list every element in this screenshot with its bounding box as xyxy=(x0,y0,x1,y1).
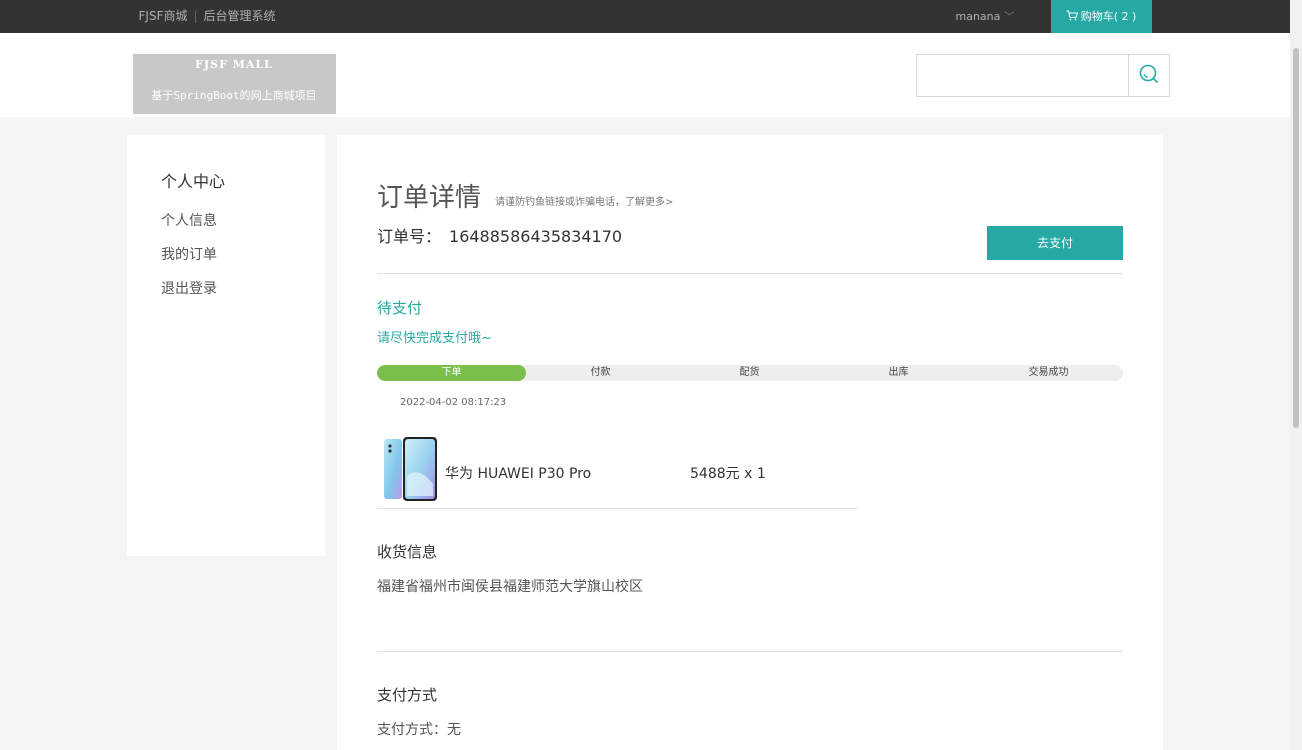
product-thumbnail[interactable] xyxy=(383,436,439,502)
sidebar-item-orders[interactable]: 我的订单 xyxy=(161,244,217,264)
order-number-value: 16488586435834170 xyxy=(449,227,623,246)
brand-link[interactable]: FJSF商城 xyxy=(139,9,188,23)
security-tip-link[interactable]: 请谨防钓鱼链接或诈骗电话，了解更多> xyxy=(495,193,673,208)
header: FJSF MALL 基于SpringBoot的网上商城项目 xyxy=(0,33,1302,117)
sidebar-item-logout[interactable]: 退出登录 xyxy=(161,278,217,298)
search-input[interactable] xyxy=(915,54,1129,97)
top-bar: FJSF商城 | 后台管理系统 manana ﹀ 购物车( 2 ) xyxy=(0,0,1302,33)
order-number-label: 订单号： xyxy=(377,227,442,246)
divider xyxy=(377,651,1123,652)
user-menu[interactable]: manana ﹀ xyxy=(956,0,1015,34)
cart-icon xyxy=(1066,0,1078,33)
order-timestamp: 2022-04-02 08:17:23 xyxy=(400,397,507,408)
sidebar-title: 个人中心 xyxy=(161,172,226,191)
pay-button[interactable]: 去支付 xyxy=(987,226,1123,260)
payment-method: 支付方式：无 xyxy=(377,722,461,738)
scrollbar-thumb[interactable] xyxy=(1293,48,1299,428)
progress-step-shipped: 出库 xyxy=(888,367,909,378)
search-button[interactable] xyxy=(1127,54,1170,97)
divider xyxy=(377,273,1123,274)
shipping-title: 收货信息 xyxy=(377,543,438,561)
product-name[interactable]: 华为 HUAWEI P30 Pro xyxy=(445,463,591,483)
product-price-qty: 5488元 x 1 xyxy=(690,466,766,482)
logo-subtitle: 基于SpringBoot的网上商城项目 xyxy=(151,89,317,102)
progress-step-paid: 付款 xyxy=(590,367,611,378)
order-item[interactable]: 华为 HUAWEI P30 Pro 5488元 x 1 xyxy=(377,431,858,509)
order-number: 订单号： 16488586435834170 xyxy=(377,223,622,247)
progress-step-complete: 交易成功 xyxy=(1028,367,1069,378)
cart-label: 购物车( 2 ) xyxy=(1080,10,1137,23)
payment-title: 支付方式 xyxy=(377,686,438,704)
sidebar: 个人中心 个人信息 我的订单 退出登录 xyxy=(127,135,325,556)
sidebar-item-profile[interactable]: 个人信息 xyxy=(161,210,217,230)
top-bar-left: FJSF商城 | 后台管理系统 xyxy=(139,0,276,33)
order-status-desc: 请尽快完成支付哦~ xyxy=(377,331,492,346)
order-status: 待支付 xyxy=(377,299,423,317)
cart-button[interactable]: 购物车( 2 ) xyxy=(1050,0,1152,33)
logo-title: FJSF MALL xyxy=(195,58,273,71)
shipping-address: 福建省福州市闽侯县福建师范大学旗山校区 xyxy=(377,579,643,595)
order-detail-panel: 订单详情 请谨防钓鱼链接或诈骗电话，了解更多> 订单号： 164885864358… xyxy=(337,135,1163,750)
chevron-down-icon: ﹀ xyxy=(1004,12,1015,23)
scrollbar[interactable] xyxy=(1290,0,1302,750)
admin-link[interactable]: 后台管理系统 xyxy=(204,9,276,23)
username: manana xyxy=(955,10,1001,23)
page-title: 订单详情 xyxy=(377,183,482,213)
separator: | xyxy=(193,9,198,23)
logo[interactable]: FJSF MALL 基于SpringBoot的网上商城项目 xyxy=(132,54,336,114)
progress-step-placed: 下单 xyxy=(441,367,462,378)
search-icon xyxy=(1138,63,1160,89)
progress-step-packing: 配货 xyxy=(739,367,760,378)
order-progress-bar: 下单 付款 配货 出库 交易成功 xyxy=(377,365,1123,381)
